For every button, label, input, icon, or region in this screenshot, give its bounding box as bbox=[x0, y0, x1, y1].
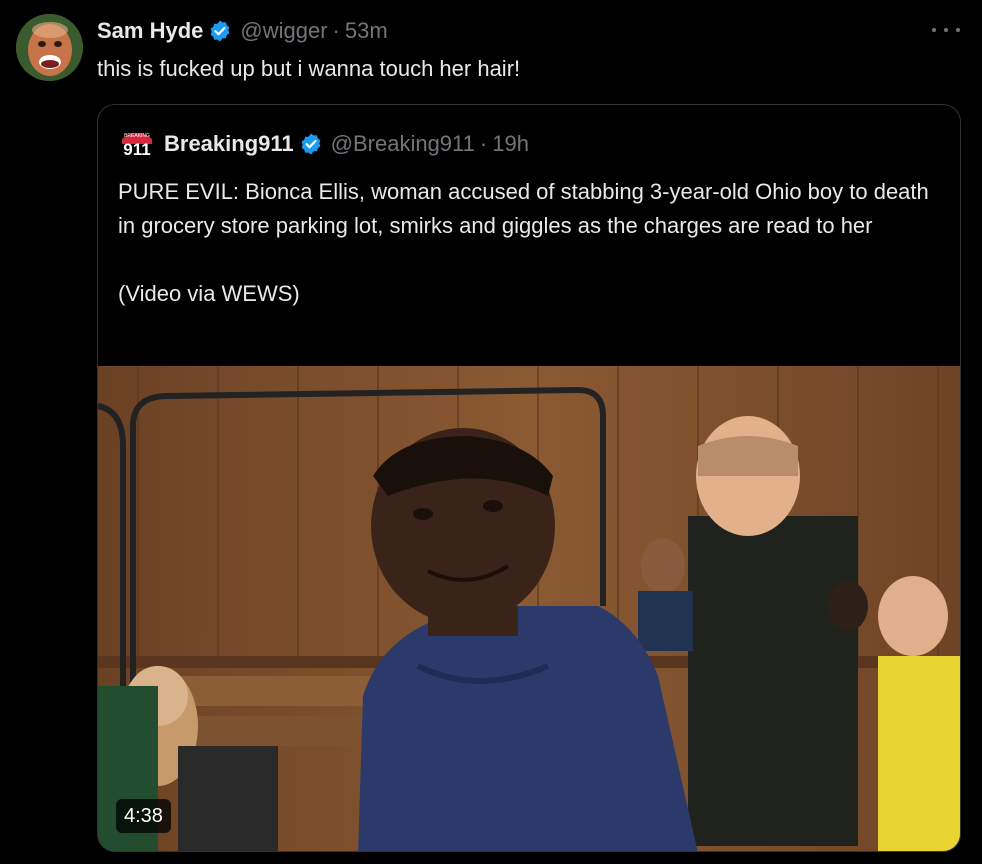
avatar-image bbox=[16, 14, 83, 81]
tweet-text: this is fucked up but i wanna touch her … bbox=[97, 56, 521, 81]
quoted-tweet-text: PURE EVIL: Bionca Ellis, woman accused o… bbox=[118, 175, 938, 311]
tweet-header: Sam Hyde @wigger · 53m bbox=[97, 16, 388, 46]
author-display-name[interactable]: Sam Hyde bbox=[97, 18, 203, 44]
quoted-tweet-header: BREAKING 911 Breaking911 @Breaking911 · … bbox=[118, 125, 529, 163]
quoted-author-display-name[interactable]: Breaking911 bbox=[164, 131, 294, 157]
verified-badge-icon bbox=[208, 19, 232, 43]
svg-text:911: 911 bbox=[123, 140, 150, 159]
video-duration-badge: 4:38 bbox=[116, 799, 171, 833]
tweet-timestamp[interactable]: 53m bbox=[345, 18, 388, 44]
author-handle[interactable]: @wigger bbox=[240, 18, 327, 44]
breaking911-logo: BREAKING 911 bbox=[118, 125, 156, 163]
meta-separator: · bbox=[479, 131, 488, 156]
quoted-avatar[interactable]: BREAKING 911 bbox=[118, 125, 156, 163]
tweet[interactable]: Sam Hyde @wigger · 53m this is fucked up… bbox=[0, 0, 982, 864]
meta-separator: · bbox=[332, 18, 340, 43]
verified-badge-icon bbox=[299, 132, 323, 156]
more-horizontal-icon[interactable] bbox=[932, 18, 960, 42]
avatar[interactable] bbox=[16, 14, 83, 81]
quoted-tweet-timestamp[interactable]: 19h bbox=[492, 131, 529, 157]
quoted-author-handle[interactable]: @Breaking911 bbox=[331, 131, 475, 157]
video-player[interactable]: 4:38 bbox=[98, 366, 960, 851]
svg-text:BREAKING: BREAKING bbox=[124, 133, 150, 139]
quoted-tweet[interactable]: BREAKING 911 Breaking911 @Breaking911 · … bbox=[97, 104, 961, 852]
video-frame bbox=[98, 366, 960, 851]
quoted-tweet-text-line: PURE EVIL: Bionca Ellis, woman accused o… bbox=[118, 179, 935, 238]
quoted-tweet-text-line: (Video via WEWS) bbox=[118, 281, 300, 306]
